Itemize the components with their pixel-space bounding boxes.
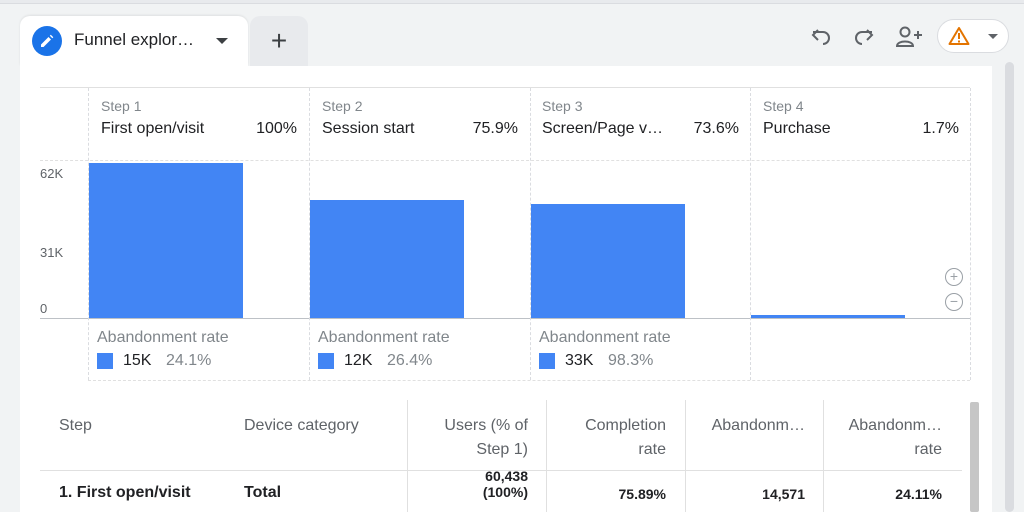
zoom-out-icon[interactable]: − bbox=[945, 293, 963, 311]
warning-icon bbox=[948, 26, 970, 51]
abandonment-rate: 98.3% bbox=[608, 352, 654, 369]
abandonment-swatch bbox=[97, 353, 113, 369]
add-user-icon[interactable] bbox=[894, 24, 926, 50]
cell-users: 60,438 (100%) bbox=[412, 468, 528, 500]
funnel-column-divider bbox=[750, 88, 751, 380]
header-line: Step 1) bbox=[476, 441, 528, 458]
table-column-divider bbox=[546, 400, 547, 512]
table-column-divider bbox=[823, 400, 824, 512]
abandonment-count: 15K bbox=[123, 352, 152, 369]
abandonment-label: Abandonment rate bbox=[318, 329, 450, 346]
step-number: Step 3 bbox=[542, 98, 583, 114]
header-line: Abandonm… bbox=[848, 417, 942, 434]
step-name: First open/visit bbox=[101, 120, 205, 137]
cell-abandonment-rate: 24.11% bbox=[895, 486, 942, 502]
header-line: Users (% of bbox=[444, 417, 528, 434]
y-axis-tick: 0 bbox=[40, 301, 48, 316]
abandonment-swatch bbox=[318, 353, 334, 369]
tab-title: Funnel explor… bbox=[74, 30, 195, 49]
header-line: Completion bbox=[585, 417, 666, 434]
warning-dropdown-button[interactable] bbox=[937, 19, 1009, 53]
table-column-divider bbox=[407, 400, 408, 512]
column-header-abandonments[interactable]: Abandonm… bbox=[689, 414, 805, 438]
abandonment-label: Abandonment rate bbox=[97, 329, 229, 346]
funnel-bar-step-1[interactable] bbox=[89, 163, 243, 318]
funnel-column-divider bbox=[970, 88, 971, 380]
cell-step: 1. First open/visit bbox=[59, 484, 191, 501]
table-column-divider bbox=[685, 400, 686, 512]
plus-icon: + bbox=[270, 25, 288, 56]
funnel-bar-step-2[interactable] bbox=[310, 200, 464, 318]
chevron-down-icon bbox=[988, 34, 998, 39]
window-top-border bbox=[0, 0, 1024, 4]
zoom-in-icon[interactable]: + bbox=[945, 268, 963, 286]
step-name: Session start bbox=[322, 120, 415, 137]
step-name: Purchase bbox=[763, 120, 831, 137]
abandonment-count: 12K bbox=[344, 352, 373, 369]
cell-device: Total bbox=[244, 484, 282, 501]
header-line: rate bbox=[638, 441, 666, 458]
header-line: Abandonm… bbox=[711, 417, 805, 434]
page-scrollbar[interactable] bbox=[1005, 62, 1014, 512]
add-tab-button[interactable]: + bbox=[250, 16, 308, 66]
step-number: Step 4 bbox=[763, 98, 804, 114]
step-name: Screen/Page v… bbox=[542, 120, 663, 137]
undo-icon[interactable] bbox=[808, 24, 834, 50]
funnel-bar-step-3[interactable] bbox=[531, 204, 685, 318]
cell-users-count: 60,438 bbox=[485, 468, 528, 484]
header-line: rate bbox=[914, 441, 942, 458]
abandonment-swatch bbox=[539, 353, 555, 369]
step-number: Step 1 bbox=[101, 98, 142, 114]
abandonment-count: 33K bbox=[565, 352, 594, 369]
redo-icon[interactable] bbox=[851, 24, 877, 50]
cell-completion-rate: 75.89% bbox=[618, 486, 666, 502]
funnel-baseline bbox=[40, 318, 970, 319]
funnel-header-divider bbox=[40, 160, 970, 161]
step-percent: 100% bbox=[256, 120, 297, 137]
tab-funnel-exploration[interactable]: Funnel explor… bbox=[20, 16, 248, 66]
column-header-abandonment-rate[interactable]: Abandonm… rate bbox=[827, 414, 942, 462]
funnel-top-border bbox=[40, 87, 970, 88]
edit-pencil-icon[interactable] bbox=[32, 26, 62, 56]
funnel-bar-step-4[interactable] bbox=[751, 315, 905, 318]
tab-dropdown-caret-icon[interactable] bbox=[216, 38, 228, 44]
abandonment-label: Abandonment rate bbox=[539, 329, 671, 346]
column-header-device-category[interactable]: Device category bbox=[244, 414, 359, 438]
funnel-bottom-border bbox=[88, 380, 970, 381]
abandonment-rate: 26.4% bbox=[387, 352, 433, 369]
column-header-completion-rate[interactable]: Completion rate bbox=[550, 414, 666, 462]
y-axis-tick: 31K bbox=[40, 245, 64, 260]
column-header-users[interactable]: Users (% of Step 1) bbox=[412, 414, 528, 462]
y-axis-tick: 62K bbox=[40, 166, 64, 181]
step-number: Step 2 bbox=[322, 98, 363, 114]
cell-users-percent: (100%) bbox=[482, 484, 528, 500]
step-percent: 1.7% bbox=[922, 120, 959, 137]
column-header-step[interactable]: Step bbox=[59, 414, 92, 438]
step-percent: 75.9% bbox=[472, 120, 518, 137]
abandonment-rate: 24.1% bbox=[166, 352, 212, 369]
step-percent: 73.6% bbox=[693, 120, 739, 137]
table-scrollbar[interactable] bbox=[970, 402, 979, 512]
cell-abandonments: 14,571 bbox=[762, 486, 805, 502]
